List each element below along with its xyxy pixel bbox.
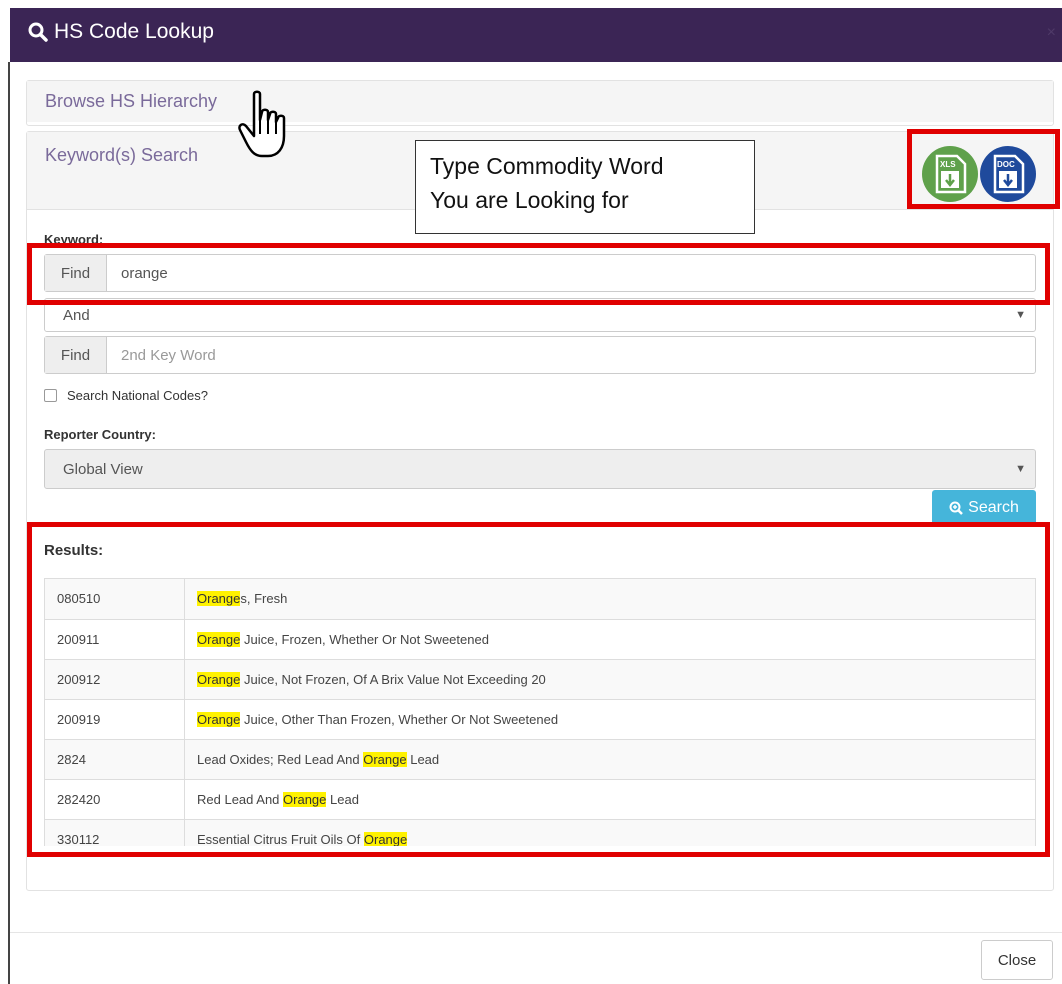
caret-down-icon: ▼: [1015, 309, 1026, 321]
operator-select-value: And: [63, 306, 90, 324]
reporter-country-select[interactable]: Global View ▼: [44, 449, 1036, 489]
modal-left-border: [8, 62, 10, 984]
browse-panel[interactable]: Browse HS Hierarchy: [26, 80, 1054, 126]
find-addon-2: Find: [45, 337, 107, 373]
callout-line-1: Type Commodity Word: [430, 153, 664, 179]
search-button-label: Search: [968, 499, 1019, 516]
close-icon[interactable]: ×: [1047, 24, 1056, 42]
annotation-results-box: [27, 522, 1050, 857]
reporter-country-value: Global View: [63, 460, 143, 478]
zoom-search-icon: [949, 501, 964, 515]
search-icon: [28, 22, 48, 42]
reporter-country-label: Reporter Country:: [44, 427, 156, 442]
search-button[interactable]: Search: [932, 490, 1036, 526]
national-codes-checkbox[interactable]: [44, 389, 57, 402]
pointer-hand-icon: [238, 90, 286, 158]
annotation-download-box: [907, 129, 1060, 209]
modal-title: HS Code Lookup: [28, 20, 214, 44]
keyword2-input-group: Find: [44, 336, 1036, 374]
modal-title-text: HS Code Lookup: [54, 20, 214, 43]
browse-hs-hierarchy-link[interactable]: Browse HS Hierarchy: [27, 81, 1053, 122]
keyword2-input[interactable]: [107, 337, 1035, 373]
annotation-keyword-box: [27, 243, 1050, 305]
annotation-callout: Type Commodity Word You are Looking for: [415, 140, 755, 234]
national-codes-option[interactable]: Search National Codes?: [44, 388, 208, 403]
caret-down-icon: ▼: [1015, 463, 1026, 475]
callout-line-2: You are Looking for: [430, 187, 629, 213]
modal-titlebar: HS Code Lookup ×: [10, 8, 1062, 62]
modal-footer-divider: [10, 932, 1062, 933]
national-codes-label: Search National Codes?: [67, 388, 208, 403]
close-button[interactable]: Close: [981, 940, 1053, 980]
